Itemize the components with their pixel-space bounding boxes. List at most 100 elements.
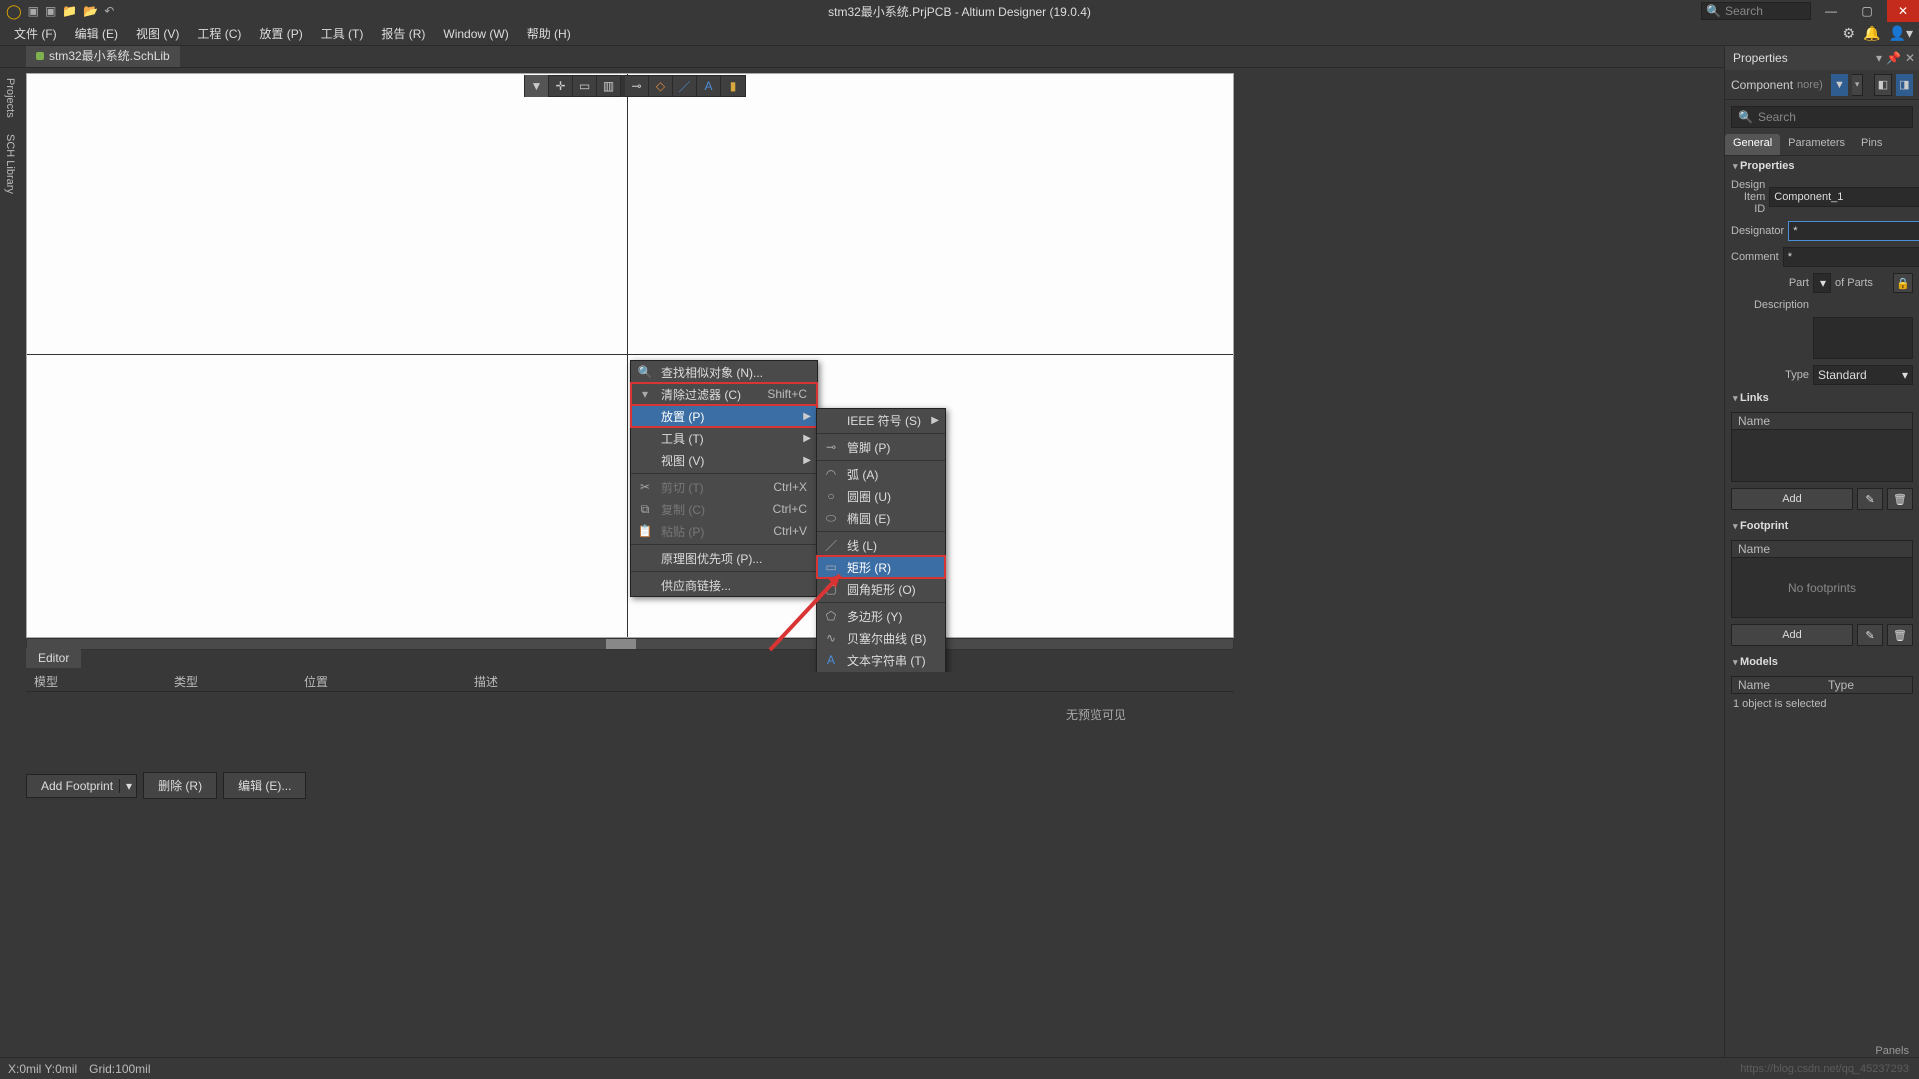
submenu-circle[interactable]: ○圆圈 (U) — [817, 485, 945, 507]
lock-icon[interactable]: 🔒 — [1893, 273, 1913, 293]
type-select[interactable]: Standard▾ — [1813, 365, 1913, 385]
menu-clear-filter[interactable]: ▾清除过滤器 (C)Shift+C — [631, 383, 817, 405]
status-coords: X:0mil Y:0mil — [8, 1062, 77, 1076]
menu-schematic-prefs[interactable]: 原理图优先项 (P)... — [631, 547, 817, 569]
menu-help[interactable]: 帮助 (H) — [519, 22, 579, 45]
menu-find-similar[interactable]: 🔍查找相似对象 (N)... — [631, 361, 817, 383]
submenu-polygon[interactable]: ⬠多边形 (Y) — [817, 605, 945, 627]
footprint-header-name[interactable]: Name — [1732, 542, 1776, 556]
maximize-button[interactable]: ▢ — [1851, 0, 1883, 22]
models-header-type[interactable]: Type — [1822, 678, 1912, 692]
panel-menu-icon[interactable]: ▾ — [1876, 51, 1882, 65]
menu-supplier-links[interactable]: 供应商链接... — [631, 574, 817, 596]
menu-tools[interactable]: 工具 (T) — [313, 22, 372, 45]
description-input[interactable] — [1813, 317, 1913, 359]
editor-tab[interactable]: Editor — [26, 648, 81, 668]
filter-icon[interactable]: ▼ — [525, 75, 549, 97]
dropdown-arrow-icon[interactable]: ▾ — [119, 779, 132, 793]
open-recent-icon[interactable]: 📂 — [83, 4, 98, 18]
no-preview-label: 无预览可见 — [1066, 706, 1126, 723]
save-icon[interactable]: ▣ — [28, 4, 39, 18]
pin-icon[interactable]: ⊸ — [625, 75, 649, 97]
submenu-ieee-symbols[interactable]: IEEE 符号 (S)▶ — [817, 409, 945, 431]
global-search-input[interactable]: 🔍 Search — [1701, 2, 1811, 20]
designator-input[interactable] — [1788, 221, 1919, 241]
panel-close-icon[interactable]: ✕ — [1905, 51, 1915, 65]
vtab-projects[interactable]: Projects — [2, 72, 18, 124]
gear-icon[interactable]: ⚙ — [1843, 25, 1856, 42]
align-icon[interactable]: ▥ — [597, 75, 621, 97]
part-select[interactable]: ▾ — [1813, 273, 1831, 293]
section-footprint[interactable]: Footprint — [1725, 516, 1919, 536]
section-properties[interactable]: Properties — [1725, 156, 1919, 176]
place-shape-icon[interactable]: ◇ — [649, 75, 673, 97]
menu-tools-sub[interactable]: 工具 (T)▶ — [631, 427, 817, 449]
vtab-schlibrary[interactable]: SCH Library — [2, 128, 18, 200]
circle-icon: ○ — [823, 489, 839, 503]
move-icon[interactable]: ✛ — [549, 75, 573, 97]
menu-view-sub[interactable]: 视图 (V)▶ — [631, 449, 817, 471]
header-type[interactable]: 类型 — [166, 673, 296, 690]
submenu-line[interactable]: ／线 (L) — [817, 534, 945, 556]
filter-dropdown-icon[interactable]: ▾ — [1852, 74, 1863, 96]
delete-button[interactable]: 删除 (R) — [143, 772, 217, 799]
delete-footprint-icon[interactable]: 🗑 — [1887, 624, 1913, 646]
tab-pins[interactable]: Pins — [1853, 134, 1890, 155]
panel-pin-icon[interactable]: 📌 — [1886, 51, 1901, 65]
document-tab[interactable]: stm32最小系统.SchLib — [26, 44, 180, 67]
edit-link-icon[interactable]: ✎ — [1857, 488, 1883, 510]
component-icon[interactable]: ▮ — [721, 75, 745, 97]
edit-button[interactable]: 编辑 (E)... — [223, 772, 306, 799]
filter-mode-icon[interactable]: ▼ — [1831, 74, 1848, 96]
links-list-header: Name — [1731, 412, 1913, 430]
header-position[interactable]: 位置 — [296, 673, 466, 690]
minimize-button[interactable]: — — [1815, 0, 1847, 22]
panels-button[interactable]: Panels — [1875, 1045, 1909, 1057]
submenu-arc[interactable]: ◠弧 (A) — [817, 463, 945, 485]
place-text-icon[interactable]: A — [697, 75, 721, 97]
add-footprint-button[interactable]: Add Footprint▾ — [26, 774, 137, 798]
header-description[interactable]: 描述 — [466, 673, 806, 690]
selection-mode-a-icon[interactable]: ◧ — [1874, 74, 1891, 96]
copy-icon: ⧉ — [637, 502, 653, 517]
select-area-icon[interactable]: ▭ — [573, 75, 597, 97]
undo-icon[interactable]: ↶ — [104, 4, 114, 18]
delete-link-icon[interactable]: 🗑 — [1887, 488, 1913, 510]
tab-parameters[interactable]: Parameters — [1780, 134, 1853, 155]
submenu-ellipse[interactable]: ⬭椭圆 (E) — [817, 507, 945, 529]
user-icon[interactable]: 👤▾ — [1889, 25, 1913, 42]
section-models[interactable]: Models — [1725, 652, 1919, 672]
menu-file[interactable]: 文件 (F) — [6, 22, 65, 45]
add-link-button[interactable]: Add — [1731, 488, 1853, 510]
submenu-rectangle[interactable]: ▭矩形 (R) — [817, 556, 945, 578]
header-model[interactable]: 模型 — [26, 673, 166, 690]
component-more-label: nore) — [1797, 79, 1823, 91]
place-line-icon[interactable]: ／ — [673, 75, 697, 97]
menu-place[interactable]: 放置 (P)▶ — [631, 405, 817, 427]
bell-icon[interactable]: 🔔 — [1863, 25, 1880, 42]
submenu-round-rectangle[interactable]: ▢圆角矩形 (O) — [817, 578, 945, 600]
menu-view[interactable]: 视图 (V) — [128, 22, 187, 45]
section-links[interactable]: Links — [1725, 388, 1919, 408]
models-header-name[interactable]: Name — [1732, 678, 1822, 692]
submenu-pin[interactable]: ⊸管脚 (P) — [817, 436, 945, 458]
selection-mode-b-icon[interactable]: ◨ — [1896, 74, 1913, 96]
add-footprint-button[interactable]: Add — [1731, 624, 1853, 646]
close-button[interactable]: ✕ — [1887, 0, 1919, 22]
rectangle-icon: ▭ — [823, 560, 839, 574]
menu-window[interactable]: Window (W) — [435, 24, 516, 44]
save-all-icon[interactable]: ▣ — [45, 4, 56, 18]
comment-input[interactable] — [1783, 247, 1919, 267]
menu-edit[interactable]: 编辑 (E) — [67, 22, 126, 45]
edit-footprint-icon[interactable]: ✎ — [1857, 624, 1883, 646]
links-header-name[interactable]: Name — [1732, 414, 1776, 428]
submenu-bezier[interactable]: ∿贝塞尔曲线 (B) — [817, 627, 945, 649]
tab-general[interactable]: General — [1725, 134, 1780, 155]
menu-project[interactable]: 工程 (C) — [189, 22, 249, 45]
open-folder-icon[interactable]: 📁 — [62, 4, 77, 18]
design-item-id-input[interactable] — [1769, 187, 1919, 207]
app-logo-icon: ◯ — [6, 3, 22, 20]
properties-search-input[interactable]: 🔍 Search — [1731, 106, 1913, 128]
menu-report[interactable]: 报告 (R) — [373, 22, 433, 45]
menu-place[interactable]: 放置 (P) — [251, 22, 310, 45]
